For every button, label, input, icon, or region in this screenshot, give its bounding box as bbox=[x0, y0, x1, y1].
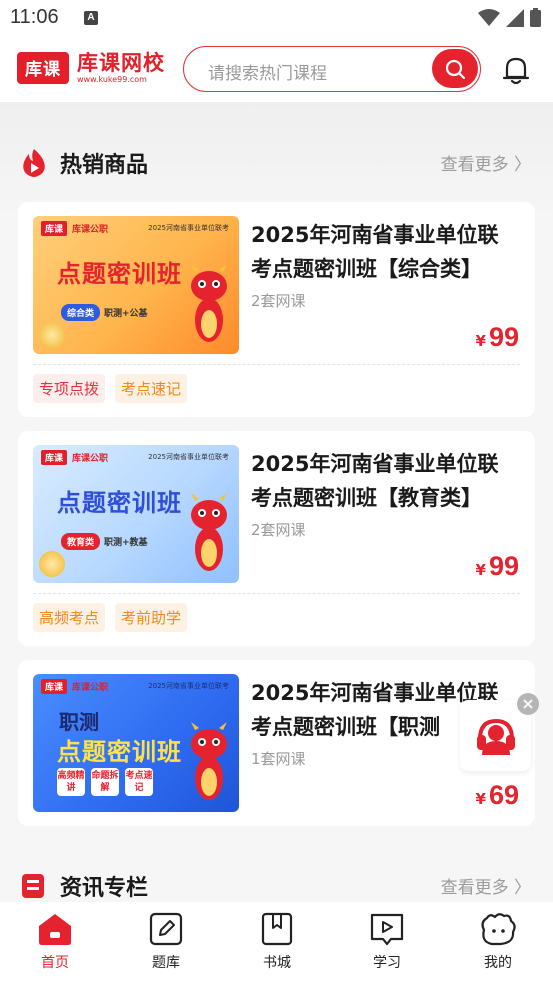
product-course-count: 1套网课 bbox=[251, 750, 306, 768]
product-tag: 高频考点 bbox=[33, 603, 106, 632]
news-section-title: 资讯专栏 bbox=[60, 876, 149, 901]
kuke-logo[interactable]: 库课 库课网校 www.kuke99.com bbox=[17, 51, 165, 84]
status-bar: 11:06 A bbox=[0, 0, 553, 36]
app-header: 库课 库课网校 www.kuke99.com 请搜索热门课程 bbox=[0, 36, 553, 102]
home-icon bbox=[39, 914, 71, 945]
thumb-headline-a: 职测 bbox=[59, 710, 99, 734]
signal-icon bbox=[506, 8, 524, 27]
play-icon bbox=[370, 913, 404, 946]
logo-name: 库课网校 bbox=[77, 51, 165, 75]
logo-url: www.kuke99.com bbox=[77, 75, 147, 84]
product-tag: 考点速记 bbox=[115, 374, 188, 403]
product-tags: 高频考点 考前助学 bbox=[33, 603, 188, 632]
tab-bookstore[interactable]: 书城 bbox=[237, 912, 317, 972]
bell-icon[interactable] bbox=[500, 54, 532, 86]
tab-question-bank[interactable]: 题库 bbox=[126, 912, 206, 972]
product-title[interactable]: 2025年河南省事业单位联 考点题密训班【综合类】 bbox=[251, 218, 526, 286]
product-course-count: 2套网课 bbox=[251, 292, 306, 310]
thumb-headline: 点题密训班 bbox=[57, 260, 182, 288]
tab-home[interactable]: 首页 bbox=[15, 912, 95, 972]
mascot-icon bbox=[481, 913, 516, 946]
product-price: ¥ 69 bbox=[475, 780, 519, 810]
close-float-button[interactable] bbox=[517, 693, 539, 715]
wifi-icon bbox=[478, 8, 500, 26]
product-tags: 专项点拨 考点速记 bbox=[33, 374, 188, 403]
news-icon bbox=[22, 874, 44, 898]
product-thumbnail[interactable]: 库课 库课公职 2025河南省事业单位联考 点题密训班 教育类 职测+教基 bbox=[33, 445, 239, 583]
coin-icon bbox=[39, 322, 65, 348]
dragon-mascot-icon bbox=[191, 264, 227, 342]
product-price: ¥ 99 bbox=[475, 551, 519, 581]
dragon-mascot-icon bbox=[191, 493, 227, 571]
search-button[interactable] bbox=[432, 49, 478, 88]
edit-icon bbox=[149, 912, 183, 946]
news-more-link[interactable]: 查看更多 〉 bbox=[441, 873, 531, 898]
thumb-headline: 点题密训班 bbox=[57, 738, 182, 766]
bottom-tab-bar: 首页 题库 书城 学习 我的 bbox=[0, 902, 553, 984]
close-icon bbox=[523, 699, 533, 709]
headset-icon bbox=[476, 718, 515, 755]
search-input[interactable]: 请搜索热门课程 bbox=[208, 59, 327, 84]
product-thumbnail[interactable]: 库课 库课公职 2025河南省事业单位联考 职测 点题密训班 高频精讲 命题拆解… bbox=[33, 674, 239, 812]
hot-more-link[interactable]: 查看更多 〉 bbox=[441, 150, 531, 175]
status-icons bbox=[478, 8, 541, 27]
product-card[interactable]: 库课 库课公职 2025河南省事业单位联考 点题密训班 教育类 职测+教基 20… bbox=[18, 431, 535, 646]
tab-mine[interactable]: 我的 bbox=[458, 912, 538, 972]
product-price: ¥ 99 bbox=[475, 322, 519, 352]
search-bar[interactable]: 请搜索热门课程 bbox=[183, 46, 481, 92]
bookmark-icon bbox=[261, 912, 293, 946]
dragon-mascot-icon bbox=[191, 722, 227, 800]
product-tag: 专项点拨 bbox=[33, 374, 106, 403]
product-card[interactable]: 库课 库课公职 2025河南省事业单位联考 职测 点题密训班 高频精讲 命题拆解… bbox=[18, 660, 535, 826]
logo-badge: 库课 bbox=[17, 51, 69, 84]
product-card[interactable]: 库课 库课公职 2025河南省事业单位联考 点题密训班 综合类 职测+公基 20… bbox=[18, 202, 535, 417]
search-icon bbox=[445, 59, 466, 79]
hot-section-header: 热销商品 查看更多 〉 bbox=[0, 142, 553, 182]
product-tag: 考前助学 bbox=[115, 603, 188, 632]
product-title[interactable]: 2025年河南省事业单位联 考点题密训班【教育类】 bbox=[251, 447, 526, 515]
thumb-brand: 库课 bbox=[41, 678, 68, 694]
product-thumbnail[interactable]: 库课 库课公职 2025河南省事业单位联考 点题密训班 综合类 职测+公基 bbox=[33, 216, 239, 354]
thumb-brand: 库课 bbox=[41, 220, 68, 236]
hot-section-title: 热销商品 bbox=[60, 153, 149, 178]
battery-icon bbox=[530, 8, 541, 27]
news-section-header: 资讯专栏 查看更多 〉 bbox=[0, 865, 553, 905]
thumb-brand: 库课 bbox=[41, 449, 68, 465]
notification-icon: A bbox=[84, 11, 98, 25]
coin-icon bbox=[39, 551, 65, 577]
product-course-count: 2套网课 bbox=[251, 521, 306, 539]
flame-icon bbox=[23, 149, 45, 177]
tab-study[interactable]: 学习 bbox=[347, 912, 427, 972]
status-time: 11:06 bbox=[10, 6, 59, 28]
thumb-headline: 点题密训班 bbox=[57, 489, 182, 517]
